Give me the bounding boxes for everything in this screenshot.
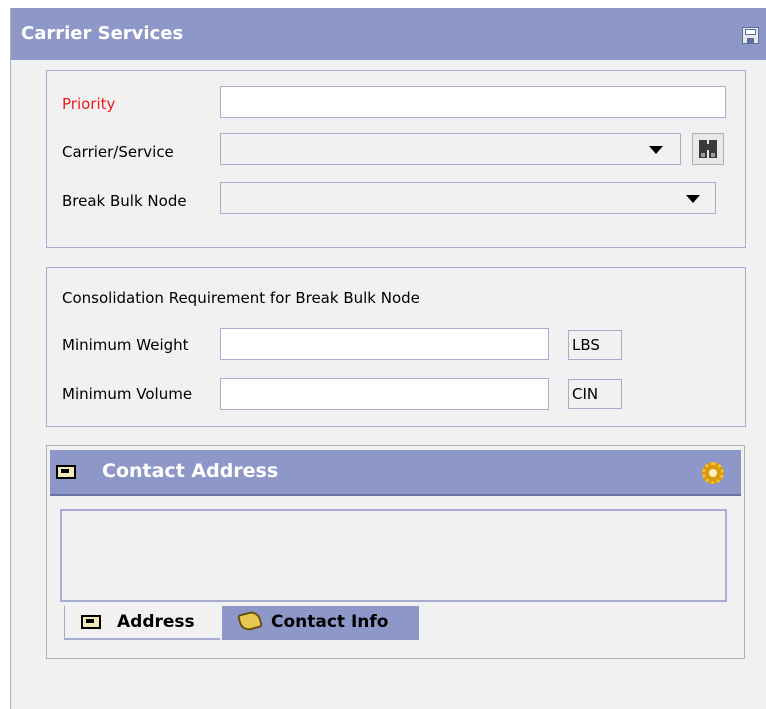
priority-input[interactable]	[220, 86, 726, 118]
carrier-service-select[interactable]	[220, 133, 681, 165]
break-bulk-node-select[interactable]	[220, 182, 716, 214]
minimum-volume-label: Minimum Volume	[62, 385, 193, 403]
save-icon[interactable]	[742, 27, 759, 44]
minimum-weight-label: Minimum Weight	[62, 336, 189, 354]
chevron-down-icon[interactable]	[686, 195, 700, 203]
tab-contact-info-label: Contact Info	[271, 612, 389, 632]
chevron-down-icon[interactable]	[649, 146, 663, 154]
contact-address-header: Contact Address	[50, 450, 741, 496]
break-bulk-node-label: Break Bulk Node	[62, 192, 187, 210]
weight-unit: LBS	[568, 330, 622, 360]
minimum-volume-input[interactable]	[220, 378, 549, 410]
title-bar: Carrier Services	[11, 8, 766, 60]
gear-icon[interactable]	[702, 462, 724, 484]
minimum-weight-input[interactable]	[220, 328, 549, 360]
routing-group: Priority Carrier/Service Break Bulk Node	[46, 70, 746, 248]
tab-address-label: Address	[117, 612, 195, 632]
contact-card-icon	[237, 609, 263, 633]
volume-unit: CIN	[568, 379, 622, 409]
tab-address[interactable]: Address	[64, 606, 220, 640]
address-card-icon	[81, 615, 101, 629]
window-title: Carrier Services	[21, 23, 184, 44]
address-card-icon	[56, 465, 76, 479]
tab-contact-info[interactable]: Contact Info	[222, 606, 419, 640]
carrier-lookup-button[interactable]	[692, 133, 724, 165]
contact-address-panel: Contact Address Address Contact Info	[46, 445, 745, 659]
contact-address-title: Contact Address	[102, 460, 279, 482]
carrier-services-window: Carrier Services Priority Carrier/Servic…	[10, 8, 766, 709]
consolidation-heading: Consolidation Requirement for Break Bulk…	[62, 289, 420, 307]
consolidation-group: Consolidation Requirement for Break Bulk…	[46, 267, 746, 427]
priority-label: Priority	[62, 95, 116, 113]
binoculars-icon	[699, 140, 717, 158]
contact-address-content	[60, 509, 727, 602]
carrier-service-label: Carrier/Service	[62, 143, 174, 161]
